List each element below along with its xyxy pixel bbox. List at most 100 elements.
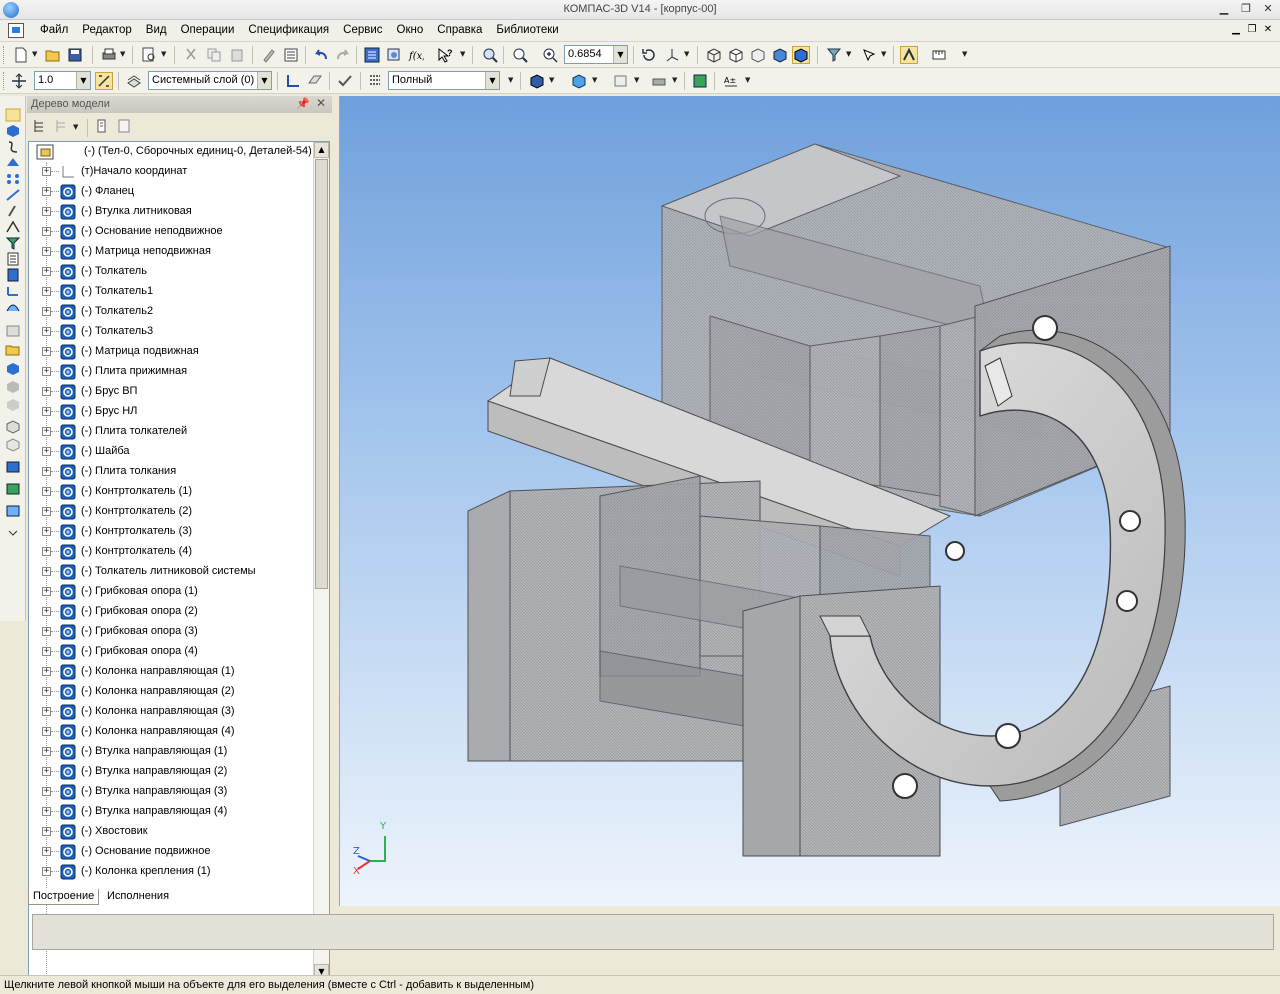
menu-edit[interactable]: Редактор (75, 24, 139, 36)
layer-icon[interactable] (125, 72, 143, 90)
move-component-icon[interactable] (5, 420, 21, 434)
tree-root[interactable]: (-) (Тел-0, Сборочных единиц-0, Деталей-… (29, 142, 314, 162)
array-icon[interactable] (5, 172, 21, 186)
zoom-window-icon[interactable] (481, 46, 499, 64)
sheet-metal-icon[interactable] (5, 300, 21, 314)
expand-icon[interactable]: + (42, 727, 51, 736)
line-style-icon[interactable] (366, 72, 384, 90)
expand-icon[interactable]: + (42, 567, 51, 576)
mold-assembly-model[interactable]: Y Z X (340, 96, 1280, 906)
render-mode-icon[interactable] (528, 72, 546, 90)
tree-manager-icon[interactable] (363, 46, 381, 64)
assembly-icon[interactable] (5, 482, 21, 496)
paste-icon[interactable] (228, 46, 246, 64)
open-library-icon[interactable] (5, 342, 21, 356)
tree-item-part[interactable]: + (-) Грибковая опора (3) (29, 622, 314, 642)
pin-icon[interactable]: 📌 (296, 97, 310, 110)
edit-assembly-icon[interactable] (5, 108, 21, 122)
tree-item-part[interactable]: + (-) Матрица неподвижная (29, 242, 314, 262)
part-op-icon[interactable] (5, 124, 21, 138)
toolbar-grip[interactable] (3, 72, 6, 90)
tree-item-part[interactable]: + (-) Втулка литниковая (29, 202, 314, 222)
expand-icon[interactable]: + (42, 787, 51, 796)
cut-icon[interactable] (182, 46, 200, 64)
orientation-icon[interactable] (663, 46, 681, 64)
tree-item-part[interactable]: + (-) Плита прижимная (29, 362, 314, 382)
step-dropdown-icon[interactable]: ▼ (76, 72, 90, 89)
expand-icon[interactable]: + (42, 867, 51, 876)
expand-icon[interactable]: + (42, 367, 51, 376)
layer-dropdown-icon[interactable]: ▼ (257, 72, 271, 89)
tree-item-part[interactable]: + (-) Брус ВП (29, 382, 314, 402)
expand-icon[interactable]: + (42, 707, 51, 716)
library-icon[interactable] (5, 324, 21, 338)
expand-icon[interactable]: + (42, 407, 51, 416)
plane-icon[interactable] (306, 72, 324, 90)
copy-component-icon[interactable] (5, 398, 21, 412)
zoom-in-icon[interactable] (541, 46, 559, 64)
tree-item-part[interactable]: + (-) Колонка крепления (1) (29, 862, 314, 882)
tree-item-part[interactable]: + (-) Втулка направляющая (2) (29, 762, 314, 782)
tree-item-part[interactable]: + (-) Шайба (29, 442, 314, 462)
step-combo[interactable]: 1.0 ▼ (34, 71, 91, 90)
halftone-icon[interactable] (771, 46, 789, 64)
mate-icon[interactable] (5, 188, 21, 202)
tree-item-origin[interactable]: + (т)Начало координат (29, 162, 314, 182)
menu-view[interactable]: Вид (139, 24, 174, 36)
toolbar-grip[interactable] (3, 46, 6, 64)
expand-icon[interactable]: + (42, 427, 51, 436)
tree-item-part[interactable]: + (-) Втулка направляющая (3) (29, 782, 314, 802)
elements-icon[interactable] (5, 284, 21, 298)
color-part-icon[interactable] (691, 72, 709, 90)
tree-item-part[interactable]: + (-) Грибковая опора (4) (29, 642, 314, 662)
rotate-component-icon[interactable] (5, 438, 21, 452)
scroll-thumb[interactable] (315, 159, 328, 589)
open-icon[interactable] (44, 46, 62, 64)
menu-libraries[interactable]: Библиотеки (489, 24, 565, 36)
measure-tool-icon[interactable] (5, 220, 21, 234)
tree-item-part[interactable]: + (-) Толкатель литниковой системы (29, 562, 314, 582)
tree-expand-icon[interactable] (115, 117, 133, 135)
new-document-icon[interactable] (12, 46, 30, 64)
tree-item-part[interactable]: + (-) Колонка направляющая (2) (29, 682, 314, 702)
wireframe-icon[interactable] (705, 46, 723, 64)
layer-combo[interactable]: Системный слой (0) ▼ (148, 71, 272, 90)
print-setup-icon[interactable] (650, 72, 668, 90)
doc-minimize-icon[interactable]: ▁ (1230, 24, 1242, 35)
doc-restore-icon[interactable]: ❐ (1246, 24, 1258, 35)
menu-operations[interactable]: Операции (174, 24, 242, 36)
tree-item-part[interactable]: + (-) Толкатель (29, 262, 314, 282)
style-dropdown-icon[interactable]: ▼ (485, 72, 499, 89)
halftone-outline-icon[interactable] (792, 46, 810, 64)
filter-select-icon[interactable] (825, 46, 843, 64)
clip-icon[interactable] (5, 204, 21, 218)
expand-icon[interactable]: + (42, 527, 51, 536)
tree-struct-icon[interactable] (53, 117, 71, 135)
zoom-dropdown-icon[interactable]: ▼ (613, 46, 627, 63)
document-icon[interactable] (8, 23, 24, 38)
tree-item-part[interactable]: + (-) Колонка направляющая (3) (29, 702, 314, 722)
local-cs-icon[interactable] (284, 72, 302, 90)
expand-icon[interactable]: + (42, 207, 51, 216)
step-cursor-icon[interactable] (10, 72, 28, 90)
expand-icon[interactable]: + (42, 747, 51, 756)
expand-icon[interactable]: + (42, 647, 51, 656)
tree-item-part[interactable]: + (-) Хвостовик (29, 822, 314, 842)
expand-icon[interactable]: + (42, 247, 51, 256)
minimize-icon[interactable]: ▁ (1216, 2, 1232, 16)
filter-icon[interactable] (5, 236, 21, 250)
expand-icon[interactable]: + (42, 587, 51, 596)
expand-icon[interactable]: + (42, 807, 51, 816)
variables-icon[interactable] (385, 46, 403, 64)
expand-icon[interactable]: + (42, 187, 51, 196)
restore-icon[interactable]: ❐ (1238, 2, 1254, 16)
copy-icon[interactable] (205, 46, 223, 64)
tree-item-part[interactable]: + (-) Колонка направляющая (4) (29, 722, 314, 742)
tree-item-part[interactable]: + (-) Грибковая опора (2) (29, 602, 314, 622)
close-icon[interactable]: ✕ (1260, 2, 1276, 16)
list-icon[interactable] (282, 46, 300, 64)
tree-item-part[interactable]: + (-) Грибковая опора (1) (29, 582, 314, 602)
tree-item-part[interactable]: + (-) Контртолкатель (1) (29, 482, 314, 502)
tree-item-part[interactable]: + (-) Основание неподвижное (29, 222, 314, 242)
tree-item-part[interactable]: + (-) Толкатель1 (29, 282, 314, 302)
